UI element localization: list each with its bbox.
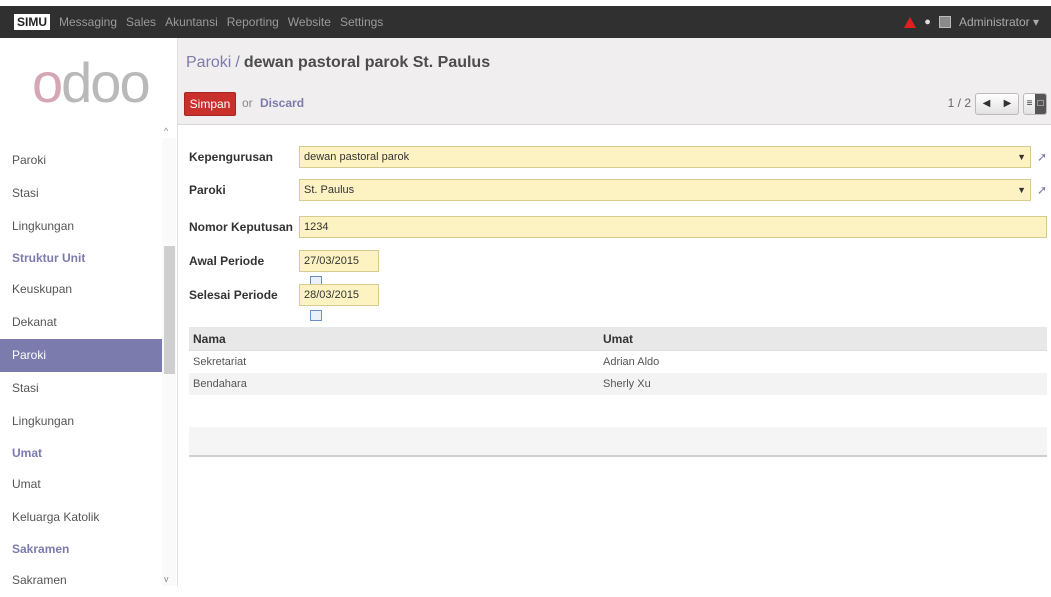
user-area: ● Administrator ▾ — [904, 6, 1039, 38]
previous-icon[interactable]: ◀ — [976, 94, 997, 114]
paroki-value: St. Paulus — [304, 184, 355, 196]
selesai-periode-label: Selesai Periode — [189, 288, 278, 302]
view-switcher: ≡ □ — [1023, 93, 1047, 115]
row-nomor: Nomor Keputusan 1234 — [189, 215, 1047, 239]
kepengurusan-select[interactable]: dewan pastoral parok ▼ — [299, 146, 1031, 168]
pager-buttons: ◀ ▶ — [975, 93, 1019, 115]
nomor-keputusan-label: Nomor Keputusan — [189, 220, 294, 234]
table-row[interactable]: Sekretariat Adrian Aldo — [189, 351, 1047, 373]
paroki-label: Paroki — [189, 183, 226, 197]
calendar-icon[interactable] — [310, 309, 322, 321]
awal-periode-label: Awal Periode — [189, 254, 265, 268]
kepengurusan-value: dewan pastoral parok — [304, 151, 410, 163]
sidebar-item-stasi[interactable]: Stasi — [0, 177, 162, 210]
table-row[interactable]: Bendahara Sherly Xu — [189, 373, 1047, 395]
table-header: Nama Umat — [189, 327, 1047, 351]
form-view-icon[interactable]: □ — [1035, 94, 1046, 114]
breadcrumb: Paroki / dewan pastoral parok St. Paulus — [186, 54, 490, 72]
sidebar: odoo Paroki Stasi Lingkungan Struktur Unit K… — [0, 38, 178, 587]
sidebar-item-lingkungan[interactable]: Lingkungan — [0, 210, 162, 243]
menu-website[interactable]: Website — [288, 15, 331, 29]
selesai-periode-input[interactable]: 28/03/2015 — [299, 284, 379, 321]
top-menu: SIMU Messaging Sales Akuntansi Reporting… — [14, 6, 392, 38]
row-awal: Awal Periode 27/03/2015 — [189, 249, 379, 287]
menu-akuntansi[interactable]: Akuntansi — [165, 15, 218, 29]
discard-button[interactable]: Discard — [260, 96, 304, 110]
alert-icon[interactable] — [904, 16, 917, 28]
user-menu[interactable]: Administrator ▾ — [959, 15, 1039, 29]
cell-umat: Adrian Aldo — [603, 356, 660, 368]
nomor-keputusan-input[interactable]: 1234 — [299, 216, 1047, 238]
menu-reporting[interactable]: Reporting — [227, 15, 279, 29]
menu-sales[interactable]: Sales — [126, 15, 156, 29]
sidebar-item-umat[interactable]: Umat — [0, 468, 162, 501]
sidebar-item-struktur-unit: Struktur Unit — [12, 251, 86, 265]
breadcrumb-separator: / — [235, 54, 240, 71]
kepengurusan-label: Kepengurusan — [189, 150, 274, 164]
row-kepengurusan: Kepengurusan dewan pastoral parok ▼ ➚ — [189, 145, 1047, 169]
menu-messaging[interactable]: Messaging — [59, 15, 117, 29]
or-text: or — [242, 96, 253, 110]
sidebar-item-paroki[interactable]: Paroki — [0, 339, 162, 372]
form-body: Kepengurusan dewan pastoral parok ▼ ➚ Pa… — [178, 125, 1051, 586]
top-navbar: SIMU Messaging Sales Akuntansi Reporting… — [0, 0, 1051, 38]
paroki-select[interactable]: St. Paulus ▼ — [299, 179, 1031, 201]
cell-nama: Sekretariat — [193, 356, 247, 368]
awal-periode-value: 27/03/2015 — [304, 255, 360, 267]
sidebar-item-keuskupan[interactable]: Keuskupan — [0, 273, 162, 306]
sidebar-item-umat: Umat — [12, 446, 43, 460]
scroll-up-icon[interactable]: ^ — [164, 126, 168, 136]
sidebar-item-dekanat[interactable]: Dekanat — [0, 306, 162, 339]
form-header: Paroki / dewan pastoral parok St. Paulus S… — [178, 38, 1051, 125]
list-view-icon[interactable]: ≡ — [1024, 94, 1035, 114]
sidebar-item-lingkungan[interactable]: Lingkungan — [0, 405, 162, 438]
external-link-icon[interactable]: ➚ — [1037, 150, 1047, 164]
column-header-nama[interactable]: Nama — [189, 327, 599, 350]
pengurus-table: Nama Umat Sekretariat Adrian Aldo Bendah… — [189, 327, 1047, 395]
column-header-umat[interactable]: Umat — [599, 327, 1047, 350]
row-paroki: Paroki St. Paulus ▼ ➚ — [189, 178, 1047, 202]
avatar[interactable] — [938, 16, 951, 28]
sidebar-scroll-thumb[interactable] — [164, 246, 175, 374]
sidebar-item-keluarga-katolik[interactable]: Keluarga Katolik — [0, 501, 162, 534]
breadcrumb-link[interactable]: Paroki — [186, 54, 231, 71]
scroll-down-icon[interactable]: v — [164, 574, 169, 584]
awal-periode-input[interactable]: 27/03/2015 — [299, 250, 379, 287]
selesai-periode-value: 28/03/2015 — [304, 289, 360, 301]
cell-nama: Bendahara — [193, 378, 247, 390]
dropdown-icon[interactable]: ▼ — [1017, 147, 1026, 167]
sidebar-item-sakramen: Sakramen — [12, 542, 70, 556]
save-button[interactable]: Simpan — [184, 92, 236, 116]
sidebar-item-paroki[interactable]: Paroki — [0, 144, 162, 177]
pager-value: 1 / 2 — [947, 96, 971, 110]
menu-simu[interactable]: SIMU — [14, 14, 50, 30]
sidebar-item-sakramen[interactable]: Sakramen — [0, 564, 162, 597]
row-selesai: Selesai Periode 28/03/2015 — [189, 283, 379, 321]
dropdown-icon[interactable]: ▼ — [1017, 180, 1026, 200]
sidebar-menu: Paroki Stasi Lingkungan Struktur Unit Keusku… — [0, 144, 162, 597]
next-icon[interactable]: ▶ — [997, 94, 1018, 114]
sidebar-item-stasi[interactable]: Stasi — [0, 372, 162, 405]
chat-icon[interactable]: ● — [924, 16, 931, 28]
menu-settings[interactable]: Settings — [340, 15, 383, 29]
table-footer — [189, 427, 1047, 457]
odoo-logo[interactable]: odoo — [32, 50, 151, 115]
breadcrumb-current: dewan pastoral parok St. Paulus — [243, 54, 491, 71]
cell-umat: Sherly Xu — [603, 378, 651, 390]
external-link-icon[interactable]: ➚ — [1037, 183, 1047, 197]
